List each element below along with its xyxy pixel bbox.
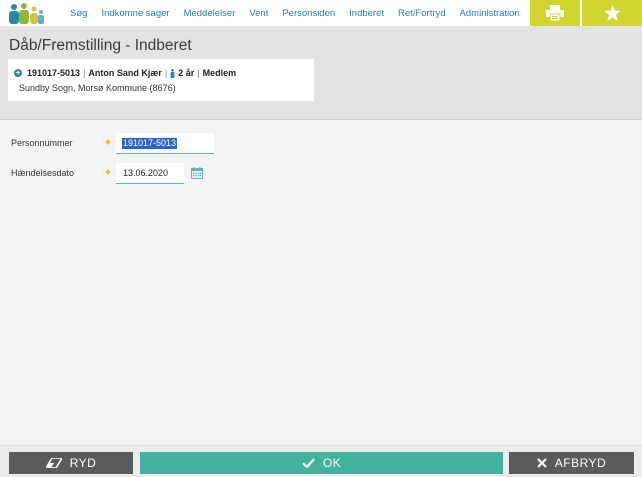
close-icon bbox=[536, 458, 547, 468]
person-cpr: 191017-5013 bbox=[27, 68, 81, 78]
nav-item-personsiden[interactable]: Personsiden bbox=[275, 8, 342, 19]
page-header: Dåb/Fremstilling - Indberet + 191017-501… bbox=[0, 26, 642, 120]
eraser-icon bbox=[45, 458, 62, 468]
calendar-icon[interactable] bbox=[191, 167, 203, 179]
person-name: Anton Sand Kjær bbox=[88, 68, 162, 78]
haendelsesdato-label: Hændelsesdato bbox=[11, 168, 75, 178]
required-marker bbox=[105, 139, 111, 145]
nav-item-soeg[interactable]: Søg bbox=[62, 8, 94, 19]
ok-button[interactable]: OK bbox=[140, 452, 503, 474]
person-card: + 191017-5013 | Anton Sand Kjær | 2 år |… bbox=[8, 59, 314, 101]
person-icon bbox=[170, 68, 175, 78]
separator: | bbox=[164, 68, 168, 78]
personnummer-label: Personnummer bbox=[11, 138, 73, 148]
nav-item-indberet[interactable]: Indberet bbox=[342, 8, 391, 19]
expand-plus-icon[interactable]: + bbox=[14, 69, 22, 77]
nav-item-indkomne-sager[interactable]: Indkomne sager bbox=[94, 8, 176, 19]
form-row-haendelsesdato: Hændelsesdato bbox=[0, 163, 642, 185]
separator: | bbox=[83, 68, 86, 78]
main-menu: Søg Indkomne sager Meddelelser Vent Pers… bbox=[62, 0, 527, 26]
person-status: Medlem bbox=[202, 68, 237, 78]
haendelsesdato-input[interactable] bbox=[116, 163, 184, 184]
person-summary: + 191017-5013 | Anton Sand Kjær | 2 år |… bbox=[14, 68, 236, 78]
required-marker bbox=[105, 169, 111, 175]
print-button[interactable] bbox=[530, 0, 580, 26]
form-row-personnummer: Personnummer 191017-5013 bbox=[0, 133, 642, 155]
ryd-label: RYD bbox=[69, 456, 97, 470]
page-title: Dåb/Fremstilling - Indberet bbox=[9, 37, 192, 54]
afbryd-label: AFBRYD bbox=[554, 456, 607, 470]
check-icon bbox=[302, 458, 315, 468]
separator: | bbox=[197, 68, 200, 78]
nav-item-meddelelser[interactable]: Meddelelser bbox=[177, 8, 243, 19]
print-icon bbox=[546, 5, 564, 21]
nav-item-ret-fortryd[interactable]: Ret/Fortryd bbox=[391, 8, 453, 19]
nav-item-vent[interactable]: Vent bbox=[242, 8, 275, 19]
bottom-action-bar: RYD OK AFBRYD bbox=[0, 445, 642, 477]
star-icon bbox=[603, 5, 621, 21]
personnummer-selected-value: 191017-5013 bbox=[122, 138, 178, 149]
ryd-button[interactable]: RYD bbox=[9, 452, 133, 474]
nav-item-administration[interactable]: Administration bbox=[453, 8, 527, 19]
person-parish: Sundby Sogn, Morsø Kommune (8676) bbox=[19, 83, 176, 93]
afbryd-button[interactable]: AFBRYD bbox=[509, 452, 634, 474]
ok-label: OK bbox=[322, 456, 342, 470]
person-age: 2 år bbox=[178, 68, 195, 78]
app-logo[interactable] bbox=[6, 2, 46, 24]
top-navigation-bar: Søg Indkomne sager Meddelelser Vent Pers… bbox=[0, 0, 642, 26]
favorite-button[interactable] bbox=[582, 0, 642, 26]
